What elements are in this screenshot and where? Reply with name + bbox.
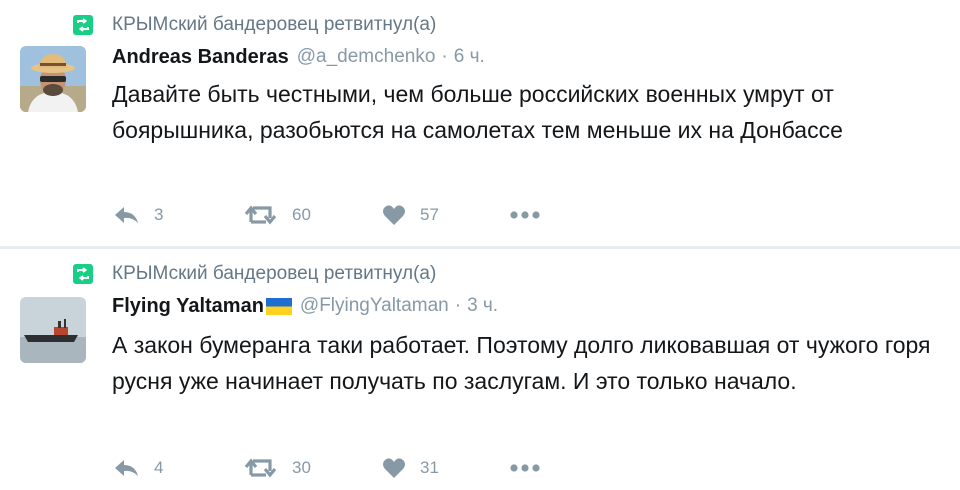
tweet-text: А закон бумеранга таки работает. Поэтому… <box>112 332 931 394</box>
retweeted-by-text: КРЫМский бандеровец ретвитнул(а) <box>112 14 437 35</box>
more-icon <box>510 463 540 473</box>
like-count: 31 <box>420 458 439 477</box>
more-icon <box>510 210 540 220</box>
like-button[interactable]: 57 <box>382 201 439 229</box>
reply-count: 4 <box>154 458 164 477</box>
retweet-context: КРЫМский бандеровец ретвитнул(а) <box>72 261 436 287</box>
reply-button[interactable]: 3 <box>112 201 163 229</box>
ukraine-flag-icon <box>265 297 292 315</box>
tweet-header: Flying Yaltaman @FlyingYaltaman · 3 ч. <box>112 291 498 321</box>
retweet-icon <box>72 14 94 36</box>
tweet[interactable]: КРЫМский бандеровец ретвитнул(а) Andreas… <box>0 0 960 247</box>
like-count: 57 <box>420 205 439 224</box>
avatar[interactable] <box>20 297 86 363</box>
retweet-count: 60 <box>292 205 311 224</box>
reply-icon <box>112 204 140 226</box>
author-handle[interactable]: @a_demchenko <box>297 46 436 68</box>
retweet-context: КРЫМский бандеровец ретвитнул(а) <box>72 12 436 38</box>
retweet-icon <box>244 457 278 479</box>
tweet-header: Andreas Banderas @a_demchenko · 6 ч. <box>112 42 485 72</box>
like-button[interactable]: 31 <box>382 454 439 482</box>
separator-dot: · <box>441 46 448 67</box>
author-name[interactable]: Andreas Banderas <box>112 46 289 69</box>
tweet[interactable]: КРЫМский бандеровец ретвитнул(а) Flying … <box>0 249 960 490</box>
separator-dot: · <box>454 295 462 316</box>
more-button[interactable] <box>510 454 540 482</box>
author-handle[interactable]: @FlyingYaltaman <box>300 295 449 317</box>
retweeted-by-text: КРЫМский бандеровец ретвитнул(а) <box>112 263 437 284</box>
heart-icon <box>382 204 406 226</box>
retweet-button[interactable]: 30 <box>244 454 311 482</box>
tweet-text: Давайте быть честными, чем больше россий… <box>112 81 843 143</box>
tweet-time[interactable]: 3 ч. <box>467 295 498 317</box>
tweet-time[interactable]: 6 ч. <box>454 46 485 68</box>
more-button[interactable] <box>510 201 540 229</box>
reply-icon <box>112 457 140 479</box>
heart-icon <box>382 457 406 479</box>
author-name[interactable]: Flying Yaltaman <box>112 295 264 318</box>
retweet-count: 30 <box>292 458 311 477</box>
retweet-icon <box>72 263 94 285</box>
avatar[interactable] <box>20 46 86 112</box>
retweet-icon <box>244 204 278 226</box>
reply-count: 3 <box>154 205 164 224</box>
reply-button[interactable]: 4 <box>112 454 163 482</box>
retweet-button[interactable]: 60 <box>244 201 311 229</box>
